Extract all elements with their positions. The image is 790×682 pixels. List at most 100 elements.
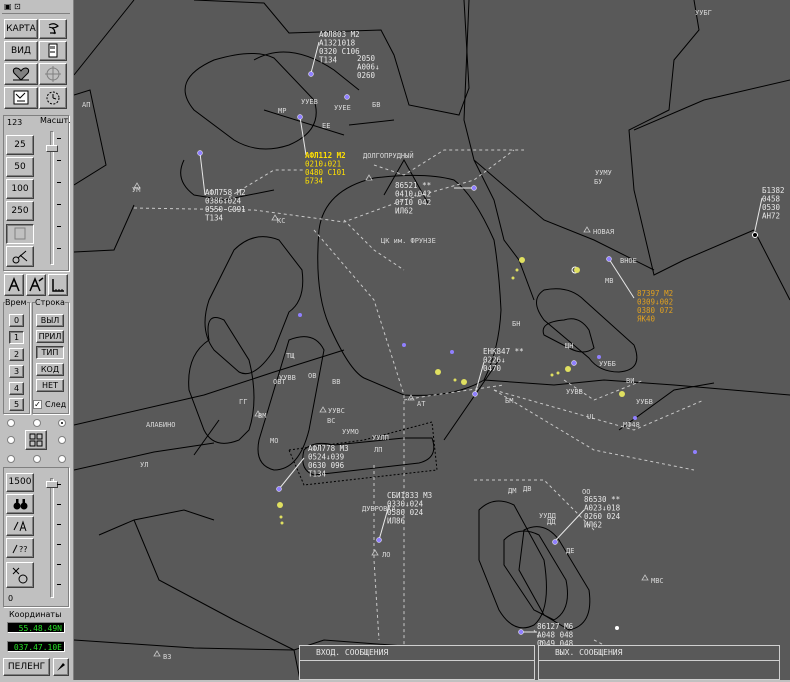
- altitude-slider-track[interactable]: [50, 478, 54, 598]
- map-label: УУМО: [342, 428, 359, 436]
- map-label: МР: [278, 107, 286, 115]
- flight-data-block[interactable]: 86521 **0410↓0420710 042ИЛ62: [395, 181, 431, 216]
- target-b1382[interactable]: [752, 232, 758, 238]
- flight-data-block[interactable]: АФЛ758 М20386↓0240550 С091Т134: [205, 188, 246, 223]
- flight-data-line: ИЛ86: [387, 517, 406, 526]
- query-tool-icon[interactable]: ??: [6, 538, 34, 558]
- time-4-button[interactable]: 4: [9, 382, 24, 395]
- flight-data-block[interactable]: 2050А006↓0260: [357, 54, 380, 80]
- follow-checkbox[interactable]: ✓: [33, 400, 42, 409]
- target-2050[interactable]: [344, 94, 350, 100]
- bearing-button[interactable]: ПЕЛЕНГ: [3, 658, 50, 676]
- map-label: МФ48: [623, 421, 640, 429]
- target-bm[interactable]: [472, 391, 478, 397]
- scale-slider-thumb[interactable]: [46, 145, 58, 152]
- dir-ne-radio[interactable]: [58, 419, 66, 427]
- scissors-icon[interactable]: [6, 246, 34, 267]
- radar-map[interactable]: УУБГ АП МР УУЕВ УУЕЕ БВ ЕЕ ДОЛГОПРУДНЫЙ УМ КС УУМУ…: [74, 0, 790, 680]
- map-button[interactable]: КАРТА: [4, 19, 38, 39]
- target-selected-point[interactable]: [615, 626, 619, 630]
- code-button[interactable]: КОД: [36, 363, 64, 376]
- departure-button[interactable]: ВЫЛ: [36, 314, 64, 327]
- target-86127[interactable]: [518, 629, 524, 635]
- target-87397[interactable]: [606, 256, 612, 262]
- dir-nw-radio[interactable]: [7, 419, 15, 427]
- target-enk847[interactable]: [571, 360, 577, 366]
- map-label: БМ: [505, 397, 513, 405]
- map-label: АТ: [417, 400, 426, 408]
- time-2-button[interactable]: 2: [9, 348, 24, 361]
- scale-100-button[interactable]: 100: [6, 179, 34, 199]
- dir-w-radio[interactable]: [7, 436, 15, 444]
- map-label: УУБВ: [636, 398, 653, 406]
- outgoing-messages-panel[interactable]: ВЫХ. СООБЩЕНИЯ: [538, 645, 780, 680]
- window-icon: ▣: [4, 2, 12, 11]
- dir-sw-radio[interactable]: [7, 455, 15, 463]
- none-button[interactable]: НЕТ: [36, 379, 64, 392]
- coordinates-label: Координаты: [9, 610, 62, 619]
- map-label: МВ: [605, 277, 613, 285]
- zoom-box-icon[interactable]: [6, 224, 34, 244]
- flight-data-line: ИЛ62: [395, 207, 413, 216]
- map-label: ДОЛГОПРУДНЫЙ: [363, 151, 414, 160]
- clock-icon[interactable]: [39, 87, 67, 109]
- antenna-icon[interactable]: [39, 19, 67, 39]
- flight-data-block[interactable]: Б138204580530АН72: [762, 186, 785, 221]
- map-label: УУВВ: [566, 388, 583, 396]
- map-label: УУББ: [599, 360, 616, 368]
- flight-data-line: 0260: [357, 71, 376, 80]
- flight-data-block[interactable]: АФЛ112 М20210↓0210480 С101Б734: [305, 151, 346, 186]
- scale-50-button[interactable]: 50: [6, 157, 34, 177]
- flight-data-block[interactable]: СБИ1833 М30330↓0240580 024ИЛ86: [387, 491, 432, 526]
- text-tool-b-icon[interactable]: [26, 274, 46, 296]
- time-label: Врем: [5, 298, 27, 308]
- map-layers-icon[interactable]: [4, 87, 38, 109]
- map-label: УУЕВ: [301, 98, 318, 106]
- map-label: ВС: [327, 417, 335, 425]
- target-afl778[interactable]: [276, 486, 282, 492]
- dir-s-radio[interactable]: [33, 455, 41, 463]
- point-tool-icon[interactable]: [6, 562, 34, 588]
- target-86530[interactable]: [552, 539, 558, 545]
- target-afl758[interactable]: [197, 150, 203, 156]
- document-icon[interactable]: [39, 41, 67, 61]
- ruler-icon[interactable]: [48, 274, 68, 296]
- time-1-button[interactable]: 1: [9, 331, 24, 344]
- incoming-messages-panel[interactable]: ВХОД. СООБЩЕНИЯ: [299, 645, 535, 680]
- crosshair-icon[interactable]: [39, 63, 67, 85]
- flight-data-block[interactable]: 86530 **А023↓0180260 024ИЛ62: [584, 495, 621, 530]
- heart-icon[interactable]: [4, 63, 38, 85]
- radar-display[interactable]: УУБГ АП МР УУЕВ УУЕЕ БВ ЕЕ ДОЛГОПРУДНЫЙ УМ КС УУМУ…: [74, 0, 790, 680]
- type-button[interactable]: ТИП: [36, 346, 64, 359]
- target-sbi1833[interactable]: [376, 537, 382, 543]
- time-3-button[interactable]: 3: [9, 365, 24, 378]
- time-5-button[interactable]: 5: [9, 398, 24, 411]
- map-label: УУЕЕ: [334, 104, 351, 112]
- flight-data-block[interactable]: 87397 М20309↓0020380 072ЯК40: [637, 289, 673, 324]
- label-tool-icon[interactable]: [6, 516, 34, 536]
- map-label: ГГ: [239, 398, 247, 406]
- incoming-messages-title: ВХОД. СООБЩЕНИЯ: [300, 646, 534, 661]
- dir-se-radio[interactable]: [58, 455, 66, 463]
- map-label: АП: [82, 101, 90, 109]
- center-grid-icon[interactable]: [25, 430, 47, 450]
- altitude-value-button[interactable]: 1500: [6, 473, 34, 492]
- view-button[interactable]: ВИД: [4, 41, 38, 61]
- binoculars-icon[interactable]: [6, 494, 34, 514]
- bearing-settings-icon[interactable]: [53, 658, 69, 676]
- text-tool-a-icon[interactable]: [4, 274, 24, 296]
- save-icon[interactable]: ⊡: [14, 2, 24, 11]
- aircraft-targets[interactable]: [197, 71, 758, 635]
- flight-data-block[interactable]: ЕНК847 **0226↓0470: [483, 347, 524, 373]
- target-86521[interactable]: [471, 185, 477, 191]
- target-afl803[interactable]: [308, 71, 314, 77]
- flight-data-block[interactable]: АФЛ803 М2А13210180320 С106Т134: [319, 30, 360, 65]
- dir-e-radio[interactable]: [58, 436, 66, 444]
- scale-250-button[interactable]: 250: [6, 201, 34, 221]
- target-afl112[interactable]: [297, 114, 303, 120]
- arrival-button[interactable]: ПРИЛ: [36, 330, 64, 343]
- scale-25-button[interactable]: 25: [6, 135, 34, 155]
- flight-data-line: Т134: [308, 470, 327, 479]
- dir-n-radio[interactable]: [33, 419, 41, 427]
- time-0-button[interactable]: 0: [9, 314, 24, 327]
